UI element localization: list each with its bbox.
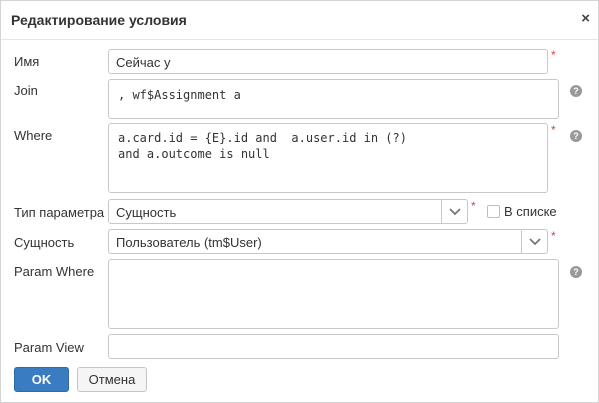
param-view-input[interactable] [108, 334, 559, 359]
help-icon[interactable]: ? [570, 266, 582, 278]
dialog-title: Редактирование условия [11, 12, 187, 28]
param-where-label: Param Where [14, 264, 95, 279]
param-type-select[interactable]: Сущность [108, 199, 468, 224]
where-textarea[interactable]: a.card.id = {E}.id and a.user.id in (?) … [108, 123, 548, 193]
entity-label: Сущность [14, 235, 75, 250]
param-type-value: Сущность [116, 205, 177, 220]
entity-required-mark: * [551, 229, 556, 243]
close-icon[interactable]: × [581, 10, 590, 27]
chevron-down-icon[interactable] [522, 230, 548, 253]
where-label: Where [14, 128, 53, 143]
param-type-label: Тип параметра [14, 205, 105, 220]
help-icon[interactable]: ? [570, 85, 582, 97]
where-value: a.card.id = {E}.id and a.user.id in (?) … [118, 131, 407, 161]
param-view-label: Param View [14, 340, 84, 355]
edit-condition-dialog: Редактирование условия × Имя Сейчас у * … [0, 0, 599, 403]
chevron-down-icon[interactable] [442, 200, 468, 223]
ok-button[interactable]: OK [14, 367, 69, 392]
name-required-mark: * [551, 48, 556, 62]
entity-select[interactable]: Пользователь (tm$User) [108, 229, 548, 254]
in-list-checkbox[interactable] [487, 205, 500, 218]
dialog-titlebar: Редактирование условия × [1, 1, 598, 40]
in-list-label: В списке [504, 204, 557, 219]
help-icon[interactable]: ? [570, 130, 582, 142]
param-type-required-mark: * [471, 199, 476, 213]
join-value: , wf$Assignment a [118, 88, 241, 102]
join-textarea[interactable]: , wf$Assignment a [108, 79, 559, 119]
param-where-textarea[interactable] [108, 259, 559, 329]
name-value: Сейчас у [116, 55, 171, 70]
name-label: Имя [14, 54, 40, 69]
name-input[interactable]: Сейчас у [108, 49, 548, 74]
cancel-button[interactable]: Отмена [77, 367, 147, 392]
entity-value: Пользователь (tm$User) [116, 235, 262, 250]
where-required-mark: * [551, 123, 556, 137]
join-label: Join [14, 83, 38, 98]
